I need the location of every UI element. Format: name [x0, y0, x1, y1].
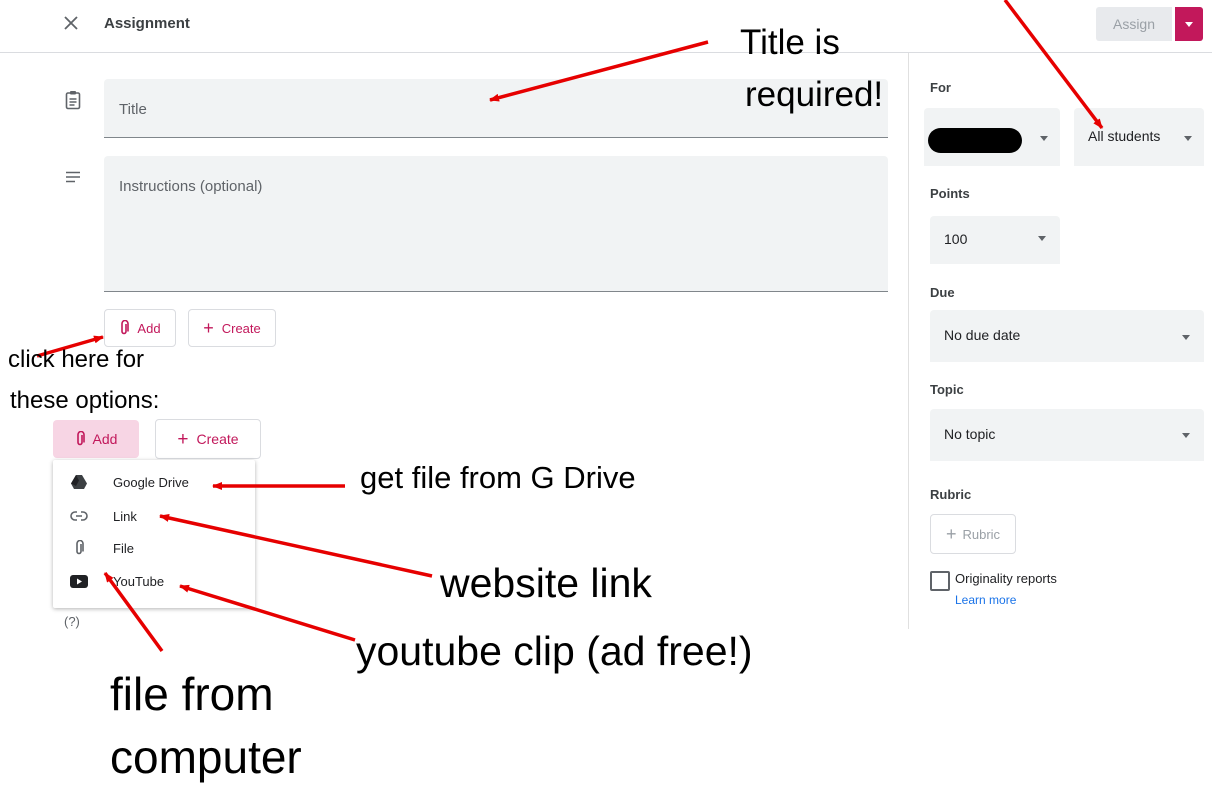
arrow-title: [489, 40, 709, 102]
annotation-title-required-1: Title is: [740, 23, 840, 62]
annotation-title-required-2: required!: [745, 75, 884, 114]
annotation-youtube: youtube clip (ad free!): [356, 628, 753, 674]
annotation-website: website link: [440, 560, 652, 606]
arrow-file: [103, 571, 164, 653]
annotation-file-1: file from: [110, 668, 274, 720]
annotation-drive: get file from G Drive: [360, 460, 636, 495]
arrow-youtube: [179, 584, 356, 642]
annotation-file-2: computer: [110, 731, 302, 783]
arrow-link: [159, 514, 433, 578]
annotation-click-here-2: these options:: [10, 387, 160, 414]
annotation-click-here-1: click here for: [8, 346, 145, 373]
arrow-assign: [1003, 0, 1104, 130]
